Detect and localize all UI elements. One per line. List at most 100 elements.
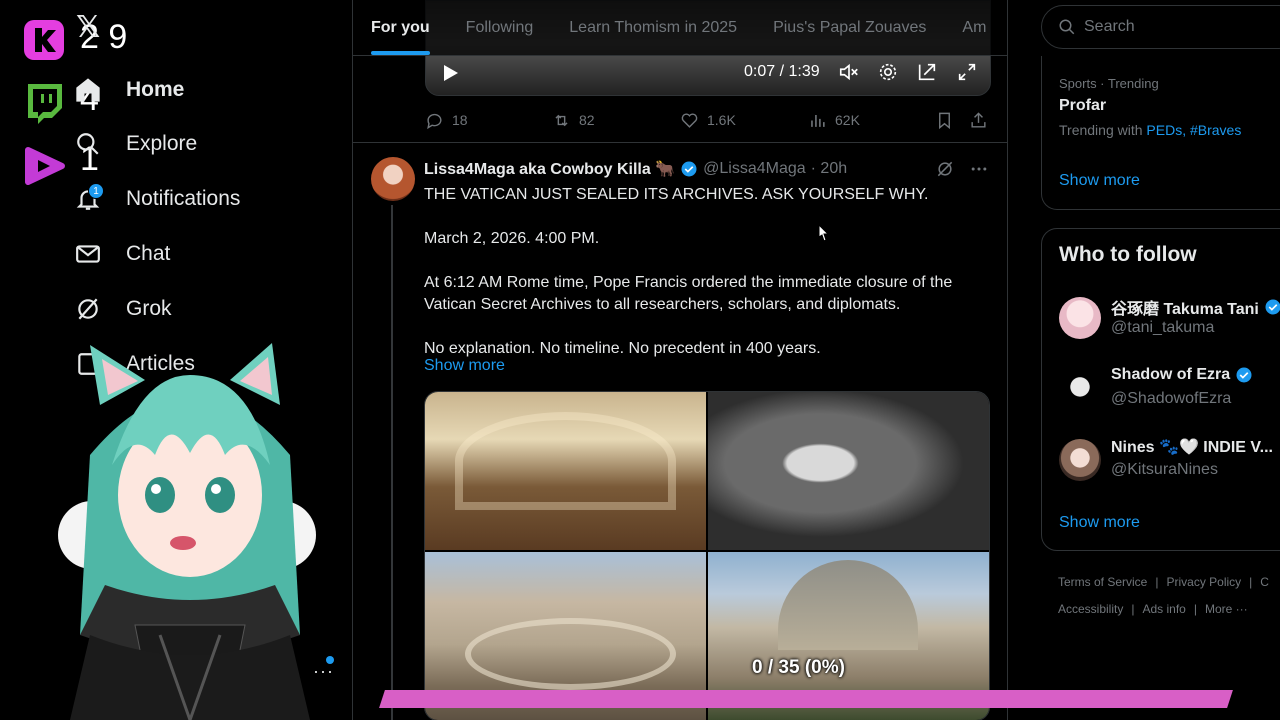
- right-sidebar: Search Sports · Trending Profar Trending…: [1008, 0, 1280, 720]
- tweet-media-grid: [424, 391, 990, 720]
- bookmark-button[interactable]: [935, 111, 954, 130]
- tweet[interactable]: Lissa4Maga aka Cowboy Killa 🐂 @Lissa4Mag…: [353, 143, 1007, 720]
- reply-button[interactable]: 18: [425, 111, 468, 130]
- search-placeholder: Search: [1084, 18, 1135, 35]
- footer-separator: |: [1131, 602, 1135, 616]
- x-logo[interactable]: 𝕏: [76, 10, 100, 45]
- tweet-line: THE VATICAN JUST SEALED ITS ARCHIVES. AS…: [424, 186, 929, 203]
- follow-name-text: Shadow of Ezra: [1111, 366, 1231, 383]
- settings-icon[interactable]: [877, 61, 899, 83]
- avatar[interactable]: [1059, 439, 1101, 481]
- views-button[interactable]: 62K: [808, 111, 860, 130]
- footer-accessibility-link[interactable]: Accessibility: [1058, 602, 1123, 616]
- footer-ads-info-link[interactable]: Ads info: [1142, 602, 1185, 616]
- nav-grok-label: Grok: [126, 297, 172, 320]
- tab-for-you[interactable]: For you: [371, 19, 430, 55]
- home-icon: [72, 74, 104, 106]
- video-time: 0:07 / 1:39: [744, 63, 820, 80]
- follow-name-text: 谷琢磨 Takuma Tani: [1111, 301, 1259, 318]
- footer-separator: |: [1193, 602, 1197, 616]
- notification-badge: 1: [88, 183, 104, 199]
- verified-badge-icon: [1265, 299, 1280, 315]
- repost-button[interactable]: 82: [552, 111, 595, 130]
- trend-links[interactable]: PEDs, #Braves: [1146, 122, 1241, 138]
- trend-title[interactable]: Profar: [1059, 97, 1106, 115]
- account-more-button[interactable]: ···: [313, 661, 334, 682]
- reply-icon: [427, 113, 442, 129]
- footer-privacy-link[interactable]: Privacy Policy: [1166, 575, 1241, 589]
- vtuber-avatar: [50, 335, 330, 720]
- search-input[interactable]: Search: [1041, 5, 1280, 49]
- who-to-follow-show-more[interactable]: Show more: [1059, 514, 1140, 532]
- twitch-icon: [22, 80, 66, 124]
- prev-tweet-actions: 18 82 1.6K 62K: [425, 106, 991, 134]
- nav-explore-label: Explore: [126, 132, 198, 155]
- follow-name-text: Nines 🐾🤍 INDIE V...: [1111, 439, 1273, 456]
- follow-suggestion[interactable]: Nines 🐾🤍 INDIE V... @KitsuraNines: [1059, 437, 1280, 487]
- heart-icon: [681, 112, 698, 128]
- like-count: 1.6K: [707, 112, 736, 128]
- pip-icon[interactable]: [916, 61, 938, 83]
- follow-handle: @KitsuraNines: [1111, 461, 1218, 478]
- timeline-tabs: For you Following Learn Thomism in 2025 …: [353, 0, 1007, 56]
- nav-notifications[interactable]: 1 Notifications: [72, 179, 240, 219]
- play-icon[interactable]: [440, 63, 460, 83]
- trends-show-more[interactable]: Show more: [1059, 172, 1140, 190]
- thread-line: [391, 205, 393, 720]
- nav-chat[interactable]: Chat: [72, 234, 170, 274]
- tweet-tools: [935, 159, 989, 179]
- tweet-show-more-link[interactable]: Show more: [424, 357, 505, 375]
- youtube-icon: [22, 144, 66, 188]
- trends-card: Sports · Trending Profar Trending with P…: [1041, 56, 1280, 210]
- follow-handle: @ShadowofEzra: [1111, 390, 1232, 407]
- footer-row: Terms of Service | Privacy Policy | C: [1058, 575, 1269, 589]
- verified-badge-icon: [681, 161, 697, 177]
- avatar[interactable]: [1059, 368, 1101, 410]
- kick-icon: [22, 18, 66, 62]
- tweet-header: Lissa4Maga aka Cowboy Killa 🐂 @Lissa4Mag…: [424, 159, 847, 179]
- verified-badge-icon: [1236, 367, 1252, 383]
- nav-grok[interactable]: Grok: [72, 289, 172, 329]
- footer-separator: |: [1249, 575, 1253, 589]
- grok-icon[interactable]: [935, 159, 955, 179]
- nav-home-label: Home: [126, 78, 185, 101]
- nav-notifications-label: Notifications: [126, 187, 241, 210]
- repost-icon: [555, 114, 568, 126]
- tweet-text: THE VATICAN JUST SEALED ITS ARCHIVES. AS…: [424, 184, 994, 382]
- more-icon[interactable]: [969, 159, 989, 179]
- footer-terms-link[interactable]: Terms of Service: [1058, 575, 1147, 589]
- footer-more-link[interactable]: More ···: [1205, 602, 1248, 616]
- nav-explore[interactable]: Explore: [72, 124, 197, 164]
- goal-progress-label: 0 / 35 (0%): [752, 657, 845, 678]
- nav-home[interactable]: Home: [72, 70, 184, 110]
- tweet-line: March 2, 2026. 4:00 PM.: [424, 230, 600, 247]
- trend-with-prefix: Trending with: [1059, 122, 1147, 138]
- like-button[interactable]: 1.6K: [680, 111, 736, 130]
- avatar[interactable]: [371, 157, 415, 201]
- mouse-cursor-icon: [818, 224, 830, 242]
- tab-learn-thomism[interactable]: Learn Thomism in 2025: [569, 19, 737, 37]
- view-count: 62K: [835, 112, 860, 128]
- avatar[interactable]: [1059, 297, 1101, 339]
- footer-cookie-link[interactable]: C: [1260, 575, 1269, 589]
- tweet-time[interactable]: · 20h: [811, 160, 847, 178]
- search-icon: [1059, 19, 1075, 35]
- reply-count: 18: [452, 112, 468, 128]
- share-button[interactable]: [969, 111, 988, 130]
- tab-papal-zouaves[interactable]: Pius's Papal Zouaves: [773, 19, 926, 37]
- fullscreen-icon[interactable]: [956, 61, 978, 83]
- author-handle[interactable]: @Lissa4Maga: [703, 160, 806, 178]
- follow-name: Nines 🐾🤍 INDIE V...: [1111, 437, 1273, 457]
- tab-am[interactable]: Am: [962, 19, 986, 37]
- goal-progress-bar: [379, 690, 1233, 708]
- search-icon: [72, 128, 104, 160]
- tab-following[interactable]: Following: [466, 19, 534, 37]
- follow-suggestion[interactable]: Shadow of Ezra @ShadowofEzra: [1059, 366, 1280, 416]
- media-photo-pope[interactable]: [708, 392, 989, 550]
- mute-icon[interactable]: [838, 61, 860, 83]
- trend-with: Trending with PEDs, #Braves: [1059, 122, 1241, 138]
- author-name[interactable]: Lissa4Maga aka Cowboy Killa 🐂: [424, 159, 675, 179]
- media-photo-archive-hall[interactable]: [425, 392, 706, 550]
- follow-suggestion[interactable]: 谷琢磨 Takuma Tani @tani_takuma: [1059, 295, 1280, 345]
- follow-name: Shadow of Ezra: [1111, 366, 1253, 384]
